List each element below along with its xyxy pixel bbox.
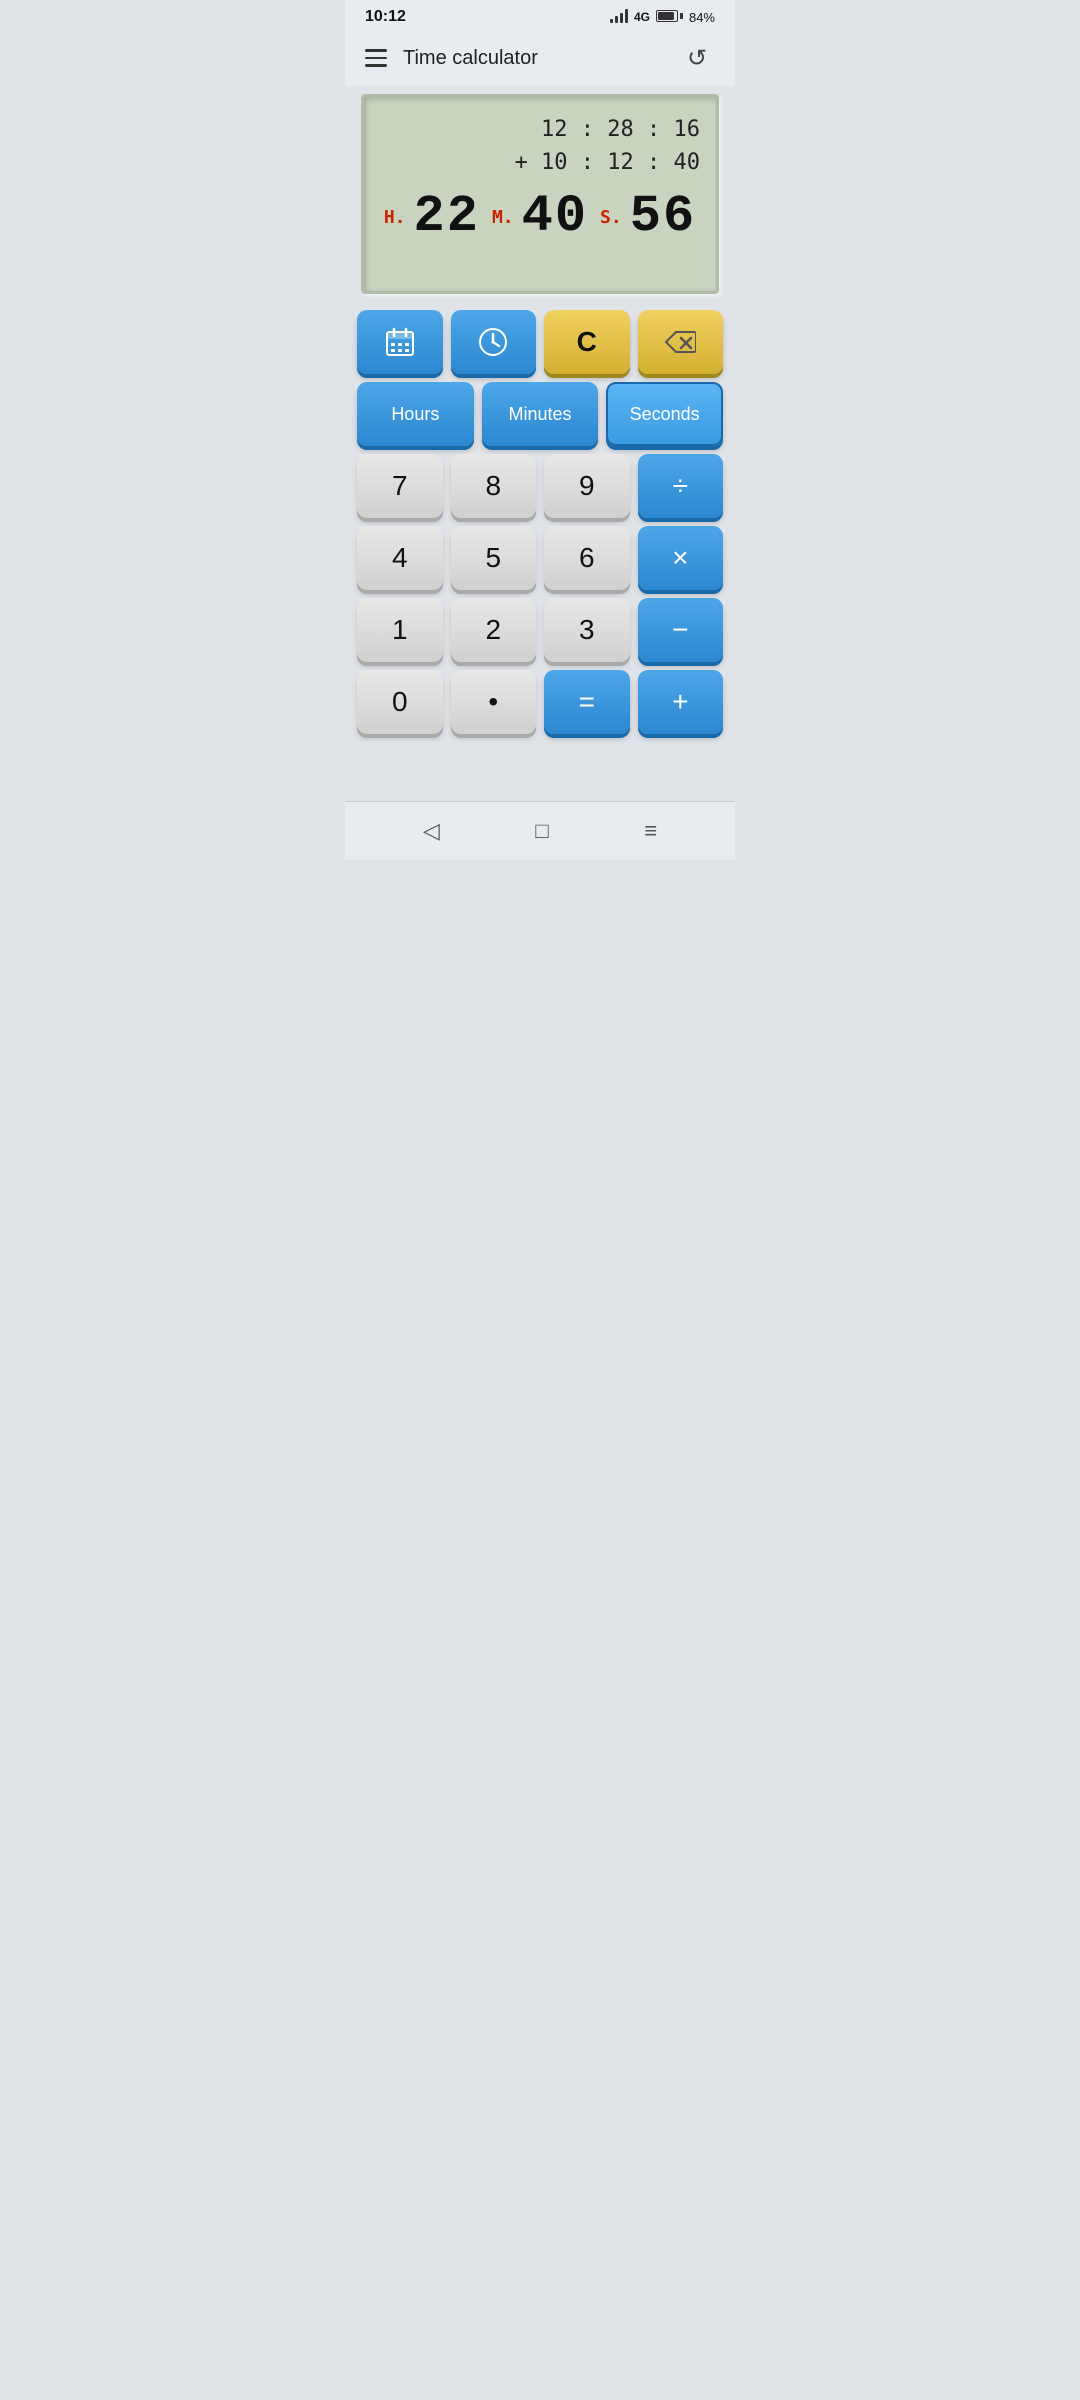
status-bar: 10:12 4G 84% (345, 0, 735, 30)
bottom-nav: ◁ □ ≡ (345, 801, 735, 860)
divide-label: ÷ (673, 470, 688, 502)
input-line-2: + 10 : 12 : 40 (380, 146, 700, 179)
calculator-display: 12 : 28 : 16 + 10 : 12 : 40 H. 22 M. 40 … (361, 94, 719, 294)
backspace-button[interactable] (638, 310, 724, 374)
button-0[interactable]: 0 (357, 670, 443, 734)
label-4: 4 (392, 542, 408, 574)
minutes-label: Minutes (508, 404, 571, 425)
unit-row: Hours Minutes Seconds (357, 382, 723, 446)
button-1[interactable]: 1 (357, 598, 443, 662)
signal-icon (610, 9, 628, 26)
button-5[interactable]: 5 (451, 526, 537, 590)
hours-label: Hours (391, 404, 439, 425)
minutes-label: M. (492, 207, 514, 228)
back-button[interactable]: ◁ (423, 818, 440, 844)
button-9[interactable]: 9 (544, 454, 630, 518)
seconds-value: 56 (630, 191, 696, 243)
input-line-1: 12 : 28 : 16 (380, 113, 700, 146)
label-6: 6 (579, 542, 595, 574)
seconds-label: S. (600, 207, 622, 228)
minutes-value: 40 (522, 191, 588, 243)
label-8: 8 (485, 470, 501, 502)
result-display: H. 22 M. 40 S. 56 (380, 191, 700, 243)
status-time: 10:12 (365, 8, 406, 26)
clock-icon (477, 326, 509, 358)
history-button[interactable]: ↺ (679, 40, 715, 76)
button-6[interactable]: 6 (544, 526, 630, 590)
function-row: C (357, 310, 723, 374)
equals-button[interactable]: = (544, 670, 630, 734)
numrow-123: 1 2 3 − (357, 598, 723, 662)
add-button[interactable]: + (638, 670, 724, 734)
calendar-icon (384, 326, 416, 358)
button-3[interactable]: 3 (544, 598, 630, 662)
button-7[interactable]: 7 (357, 454, 443, 518)
dot-label: • (488, 686, 498, 718)
history-icon: ↺ (687, 44, 707, 73)
numrow-0eq: 0 • = + (357, 670, 723, 734)
numrow-456: 4 5 6 × (357, 526, 723, 590)
network-type: 4G (634, 10, 650, 24)
label-9: 9 (579, 470, 595, 502)
label-2: 2 (485, 614, 501, 646)
button-2[interactable]: 2 (451, 598, 537, 662)
label-0: 0 (392, 686, 408, 718)
subtract-label: − (672, 614, 688, 646)
keypad: C Hours Minutes Seconds 7 8 9 (345, 306, 735, 746)
calendar-button[interactable] (357, 310, 443, 374)
recents-button[interactable]: ≡ (644, 818, 657, 844)
backspace-icon (664, 330, 696, 354)
equals-label: = (579, 686, 595, 718)
label-3: 3 (579, 614, 595, 646)
label-1: 1 (392, 614, 408, 646)
label-7: 7 (392, 470, 408, 502)
label-5: 5 (485, 542, 501, 574)
hours-label: H. (384, 207, 406, 228)
battery-icon (656, 10, 683, 25)
button-4[interactable]: 4 (357, 526, 443, 590)
multiply-button[interactable]: × (638, 526, 724, 590)
add-label: + (672, 686, 688, 718)
menu-button[interactable] (365, 49, 387, 67)
page-title: Time calculator (403, 47, 538, 70)
hours-button[interactable]: Hours (357, 382, 474, 446)
button-8[interactable]: 8 (451, 454, 537, 518)
input-lines: 12 : 28 : 16 + 10 : 12 : 40 (380, 113, 700, 179)
seconds-button[interactable]: Seconds (606, 382, 723, 446)
multiply-label: × (672, 542, 688, 574)
hours-value: 22 (414, 191, 480, 243)
numrow-789: 7 8 9 ÷ (357, 454, 723, 518)
button-dot[interactable]: • (451, 670, 537, 734)
clear-button[interactable]: C (544, 310, 630, 374)
status-icons: 4G 84% (610, 9, 715, 26)
divide-button[interactable]: ÷ (638, 454, 724, 518)
clock-button[interactable] (451, 310, 537, 374)
clear-label: C (577, 326, 597, 358)
minutes-button[interactable]: Minutes (482, 382, 599, 446)
battery-percent: 84% (689, 10, 715, 25)
home-button[interactable]: □ (535, 818, 548, 844)
app-header: Time calculator ↺ (345, 30, 735, 86)
subtract-button[interactable]: − (638, 598, 724, 662)
header-left: Time calculator (365, 47, 538, 70)
seconds-label: Seconds (630, 404, 700, 425)
